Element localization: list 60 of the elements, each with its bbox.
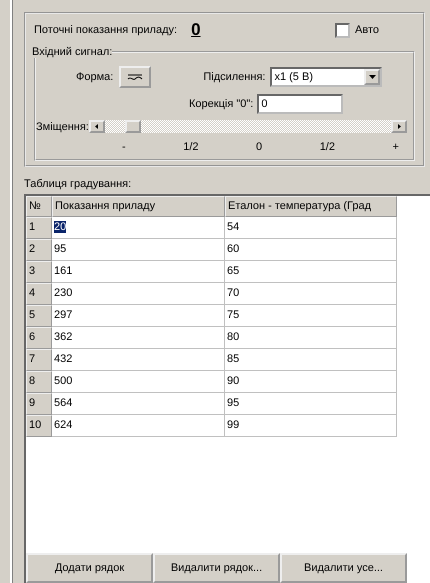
- table-cell[interactable]: 80: [225, 327, 397, 349]
- caret-icon: [368, 75, 376, 79]
- table-cell[interactable]: 90: [225, 371, 397, 393]
- scale-label: +: [392, 141, 399, 153]
- row-header[interactable]: 6: [26, 327, 52, 349]
- gain-label: Підсилення:: [203, 71, 266, 83]
- table-cell[interactable]: 65: [225, 261, 397, 283]
- row-header[interactable]: 4: [26, 283, 52, 305]
- column-header[interactable]: Показання приладу: [52, 196, 225, 217]
- group-title: Вхідний сигнал:: [32, 46, 112, 58]
- offset-slider[interactable]: [88, 120, 407, 133]
- row-header[interactable]: 1: [26, 217, 52, 239]
- table-cell[interactable]: 624: [52, 415, 225, 437]
- table-cell[interactable]: 95: [225, 393, 397, 415]
- table-title: Таблиця градування:: [24, 178, 132, 190]
- table-cell[interactable]: 161: [52, 261, 225, 283]
- row-header[interactable]: 7: [26, 349, 52, 371]
- gain-dropdown[interactable]: x1 (5 B): [270, 67, 382, 87]
- table-cell[interactable]: 95: [52, 239, 225, 261]
- row-header[interactable]: 10: [26, 415, 52, 437]
- left-arrow-icon: [95, 124, 98, 129]
- shape-button[interactable]: [119, 66, 152, 88]
- offset-label: Зміщення:: [36, 120, 89, 132]
- table-cell[interactable]: 297: [52, 305, 225, 327]
- zero-field[interactable]: 0: [257, 94, 344, 114]
- table-cell[interactable]: 432: [52, 349, 225, 371]
- wave-icon: [127, 73, 144, 81]
- table-cell[interactable]: 500: [52, 371, 225, 393]
- table-cell[interactable]: 362: [52, 327, 225, 349]
- auto-checkbox[interactable]: [335, 22, 350, 38]
- scale-label: 1/2: [183, 141, 198, 153]
- table-cell[interactable]: 54: [225, 217, 397, 239]
- table-cell[interactable]: 230: [52, 283, 225, 305]
- table-cell[interactable]: 20: [52, 217, 225, 239]
- table-cell[interactable]: 85: [225, 349, 397, 371]
- scale-label: 0: [256, 141, 262, 153]
- scale-label: -: [122, 141, 126, 153]
- reading-value: 0: [191, 20, 201, 40]
- reading-label: Поточні показання приладу:: [34, 24, 178, 36]
- column-header[interactable]: №: [26, 196, 52, 217]
- right-arrow-icon: [398, 124, 400, 129]
- table-cell[interactable]: 564: [52, 393, 225, 415]
- auto-label: Авто: [355, 24, 379, 36]
- action-button[interactable]: Видалити рядок...: [153, 553, 280, 583]
- table-cell[interactable]: 99: [225, 415, 397, 437]
- slider-thumb[interactable]: [125, 120, 142, 133]
- action-button[interactable]: Додати рядок: [26, 553, 153, 583]
- row-header[interactable]: 8: [26, 371, 52, 393]
- row-header[interactable]: 9: [26, 393, 52, 415]
- scale-label: 1/2: [320, 141, 335, 153]
- table-cell[interactable]: 70: [225, 283, 397, 305]
- table-cell[interactable]: 60: [225, 239, 397, 261]
- shape-label: Форма:: [76, 71, 114, 83]
- zero-label: Корекція "0":: [189, 98, 254, 110]
- action-button[interactable]: Видалити усе...: [280, 553, 407, 583]
- column-header[interactable]: Еталон - температура (Град: [225, 196, 397, 217]
- row-header[interactable]: 5: [26, 305, 52, 327]
- row-header[interactable]: 3: [26, 261, 52, 283]
- table-cell[interactable]: 75: [225, 305, 397, 327]
- row-header[interactable]: 2: [26, 239, 52, 261]
